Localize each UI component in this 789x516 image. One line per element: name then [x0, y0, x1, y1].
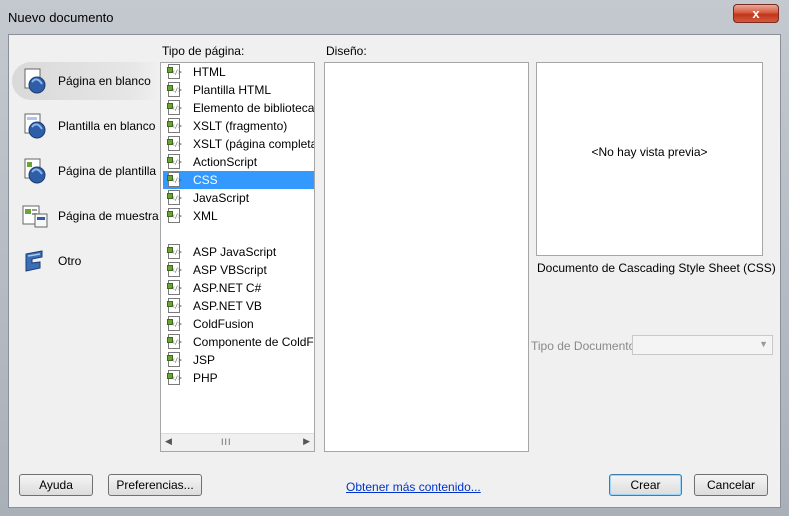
list-item[interactable]: </> Plantilla HTML [163, 81, 314, 99]
file-icon: </> [167, 262, 182, 278]
preferences-button[interactable]: Preferencias... [108, 474, 202, 496]
file-icon: </> [167, 244, 182, 260]
file-icon: </> [167, 208, 182, 224]
list-item[interactable]: </> XSLT (fragmento) [163, 117, 314, 135]
scroll-grip[interactable]: III [221, 437, 232, 447]
category-list: Página en blanco Plantilla en blanco Pág… [12, 60, 162, 440]
document-description: Documento de Cascading Style Sheet (CSS) [537, 261, 776, 275]
category-other[interactable]: Otro [12, 242, 160, 280]
preview-placeholder: <No hay vista previa> [591, 145, 708, 159]
more-content-link[interactable]: Obtener más contenido... [346, 480, 481, 494]
design-list[interactable] [324, 62, 529, 452]
doctype-label: Tipo de Documento: [531, 339, 639, 353]
file-icon: </> [167, 280, 182, 296]
list-item[interactable]: </> ASP.NET VB [163, 297, 314, 315]
file-icon: </> [167, 118, 182, 134]
list-item[interactable]: </>Componente de ColdFusion [163, 333, 314, 351]
blank-page-icon [22, 68, 48, 94]
list-item-selected[interactable]: </> CSS [163, 171, 314, 189]
category-label: Plantilla en blanco [58, 119, 156, 133]
list-item[interactable]: </> ActionScript [163, 153, 314, 171]
file-icon: </> [167, 100, 182, 116]
close-icon: x [752, 6, 760, 21]
scroll-left-icon[interactable]: ◀ [165, 436, 172, 447]
list-item[interactable]: </> JSP [163, 351, 314, 369]
list-item[interactable]: </> Elemento de biblioteca [163, 99, 314, 117]
window-title: Nuevo documento [8, 10, 114, 25]
create-button[interactable]: Crear [609, 474, 682, 496]
scroll-right-icon[interactable]: ▶ [303, 436, 310, 447]
chevron-down-icon: ▼ [759, 339, 768, 349]
list-item[interactable]: </> ASP.NET C# [163, 279, 314, 297]
doctype-select[interactable]: ▼ [632, 335, 773, 355]
file-icon: </> [167, 352, 182, 368]
file-icon: </> [167, 370, 182, 386]
list-item[interactable]: </> XML [163, 207, 314, 225]
file-icon: </> [167, 190, 182, 206]
design-label: Diseño: [326, 44, 367, 58]
cancel-button[interactable]: Cancelar [694, 474, 768, 496]
template-page-icon [22, 158, 48, 184]
page-type-label: Tipo de página: [162, 44, 245, 58]
sample-page-icon [22, 203, 48, 229]
category-sample-page[interactable]: Página de muestra [12, 197, 160, 235]
other-icon [22, 248, 48, 274]
horizontal-scrollbar[interactable]: ◀ III ▶ [161, 433, 314, 451]
title-bar[interactable]: Nuevo documento x [0, 0, 789, 34]
file-icon: </> [167, 64, 182, 80]
page-type-list[interactable]: </> HTML </> Plantilla HTML </> Elemento de… [160, 62, 315, 452]
file-icon: </> [167, 154, 182, 170]
category-blank-page[interactable]: Página en blanco [12, 62, 160, 100]
preview-pane: <No hay vista previa> [536, 62, 763, 256]
list-item[interactable]: </> ASP JavaScript [163, 243, 314, 261]
file-icon: </> [167, 172, 182, 188]
file-icon: </> [167, 298, 182, 314]
category-label: Página de muestra [58, 209, 159, 223]
list-item[interactable]: </> PHP [163, 369, 314, 387]
file-icon: </> [167, 82, 182, 98]
list-item[interactable]: </> ASP VBScript [163, 261, 314, 279]
list-item[interactable]: </> JavaScript [163, 189, 314, 207]
list-item[interactable]: </> XSLT (página completa) [163, 135, 314, 153]
dialog-window: Nuevo documento x Página en blanco Plant… [0, 0, 789, 516]
help-button[interactable]: Ayuda [19, 474, 93, 496]
file-icon: </> [167, 316, 182, 332]
category-template-page[interactable]: Página de plantilla [12, 152, 160, 190]
category-label: Página de plantilla [58, 164, 157, 178]
category-blank-template[interactable]: Plantilla en blanco [12, 107, 160, 145]
close-button[interactable]: x [733, 4, 779, 23]
list-item[interactable]: </> HTML [163, 63, 314, 81]
file-icon: </> [167, 136, 182, 152]
file-icon: </> [167, 334, 182, 350]
category-label: Otro [58, 254, 82, 268]
list-item[interactable]: </> ColdFusion [163, 315, 314, 333]
category-label: Página en blanco [58, 74, 151, 88]
blank-template-icon [22, 113, 48, 139]
